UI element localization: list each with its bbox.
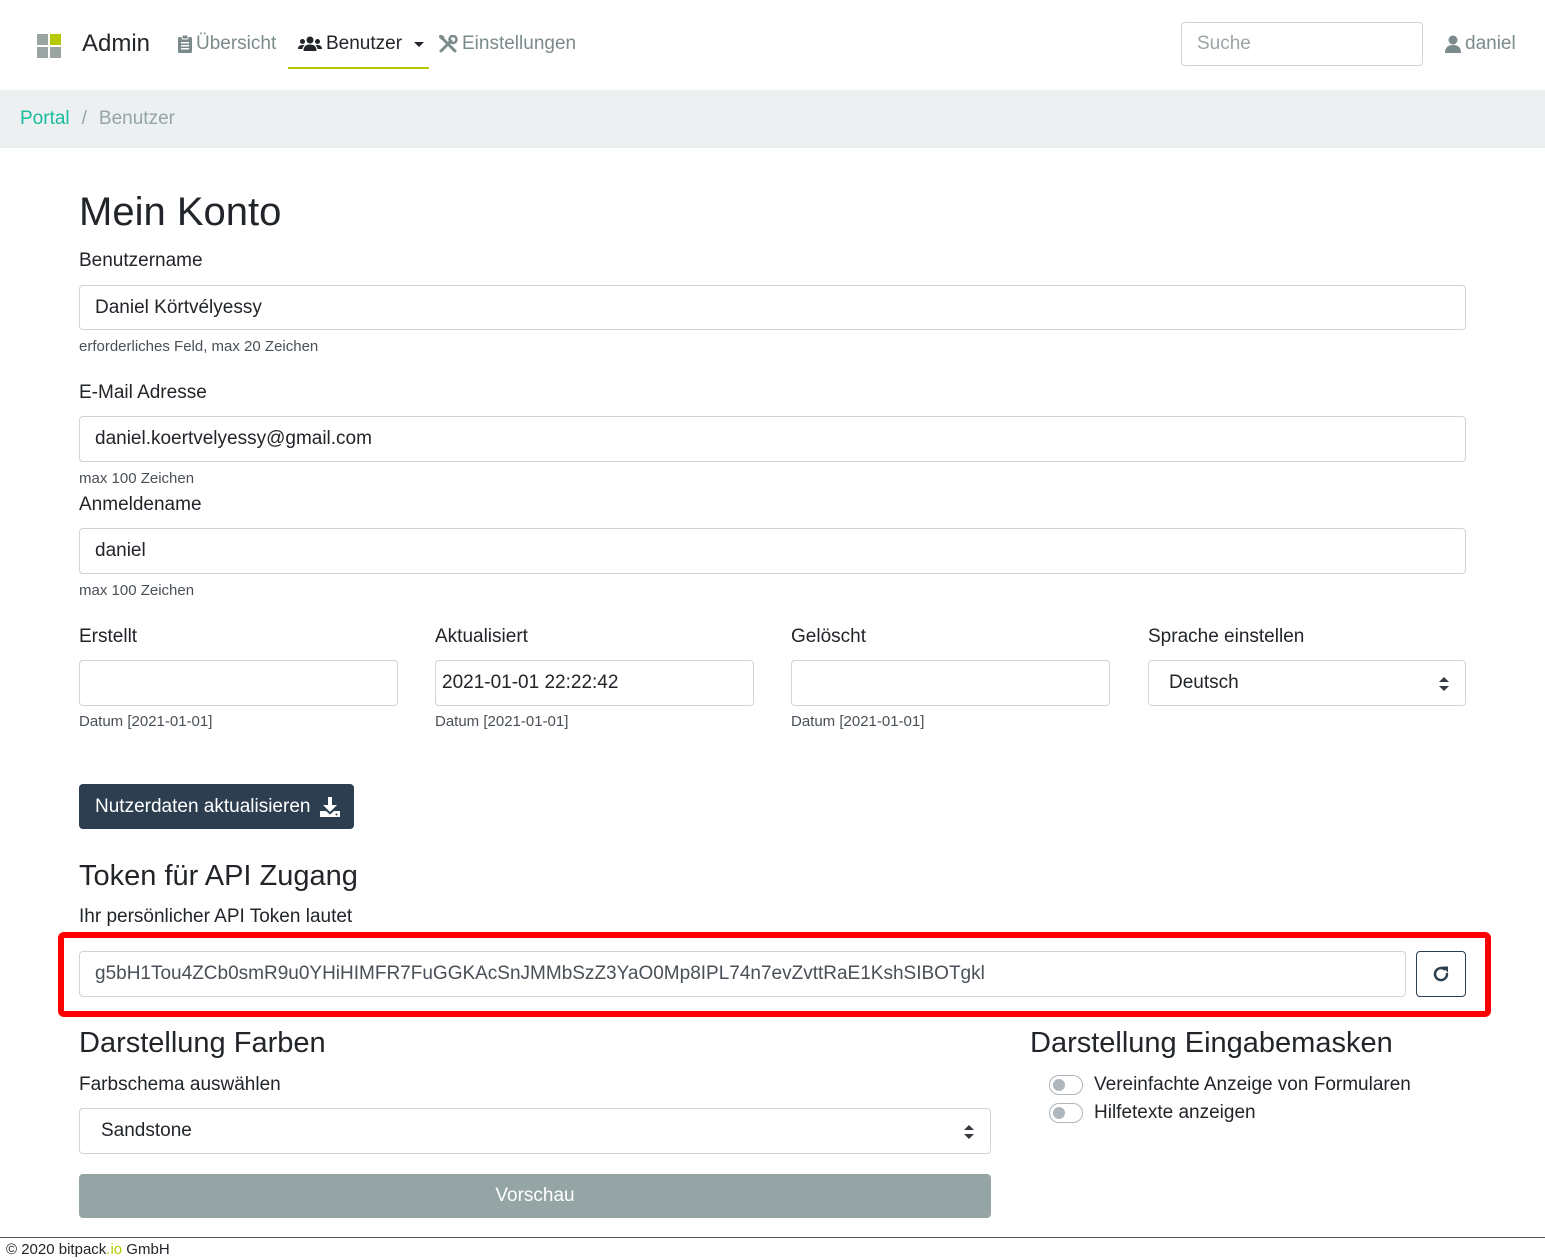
user-name: daniel [1465,33,1516,54]
clipboard-icon [178,35,192,53]
language-value: Deutsch [1169,672,1239,693]
login-help: max 100 Zeichen [79,582,195,599]
updated-help: Datum [2021-01-01] [435,713,569,730]
breadcrumb-separator: / [81,108,87,129]
language-select[interactable]: Deutsch [1148,660,1466,706]
active-nav-indicator [288,67,429,69]
api-token-heading: Token für API Zugang [79,860,358,892]
caret-down-icon [414,41,425,47]
color-scheme-value: Sandstone [101,1120,192,1141]
breadcrumb: Portal / Benutzer [0,90,1545,148]
login-field[interactable]: daniel [79,528,1466,574]
breadcrumb-link-portal[interactable]: Portal [20,108,70,130]
deleted-help: Datum [2021-01-01] [791,713,925,730]
language-label: Sprache einstellen [1148,626,1305,647]
footer: © 2020 bitpack.io GmbH [6,1241,170,1258]
help-texts-label: Hilfetexte anzeigen [1094,1102,1256,1123]
update-user-button[interactable]: Nutzerdaten aktualisieren [79,784,354,829]
preview-button[interactable]: Vorschau [79,1174,991,1218]
page-title: Mein Konto [79,190,282,234]
update-user-button-label: Nutzerdaten aktualisieren [95,795,311,817]
select-arrows-icon [1439,677,1449,691]
tools-icon [439,34,458,52]
created-field[interactable] [79,660,398,706]
simplified-forms-toggle[interactable] [1049,1075,1083,1095]
nav-item-einstellungen[interactable]: Einstellungen [439,33,576,55]
footer-brand-suffix: .io [106,1241,123,1258]
navbar: Admin Übersicht Benutzer Einstellungen S… [0,0,1545,90]
email-help: max 100 Zeichen [79,470,195,487]
refresh-icon [1433,966,1449,982]
app-logo-icon[interactable] [37,34,61,58]
updated-value: 2021-01-01 22:22:42 [442,672,619,693]
updated-label: Aktualisiert [435,626,528,647]
footer-company: GmbH [122,1241,170,1258]
username-field[interactable]: Daniel Körtvélyessy [79,285,1466,330]
nav-item-label: Übersicht [196,33,277,54]
breadcrumb-current: Benutzer [98,108,175,129]
refresh-token-button[interactable] [1416,951,1466,997]
username-value: Daniel Körtvélyessy [95,296,262,318]
api-token-field[interactable]: g5bH1Tou4ZCb0smR9u0YHiHIMFR7FuGGKAcSnJMM… [79,951,1406,997]
nav-item-label: Benutzer [326,33,403,54]
footer-divider [0,1237,1545,1238]
simplified-forms-label: Vereinfachte Anzeige von Formularen [1094,1074,1411,1095]
search-input[interactable] [1181,22,1423,66]
download-icon [320,796,341,817]
email-value: daniel.koertvelyessy@gmail.com [95,428,372,449]
select-arrows-icon [964,1125,974,1139]
color-scheme-label: Farbschema auswählen [79,1074,281,1095]
created-help: Datum [2021-01-01] [79,713,213,730]
deleted-label: Gelöscht [791,626,866,647]
nav-item-benutzer[interactable]: Benutzer [298,33,425,55]
api-token-label: Ihr persönlicher API Token lautet [79,906,353,927]
updated-field[interactable]: 2021-01-01 22:22:42 [435,660,754,706]
help-texts-toggle[interactable] [1049,1103,1083,1123]
deleted-field[interactable] [791,660,1110,706]
email-field[interactable]: daniel.koertvelyessy@gmail.com [79,416,1466,462]
user-icon [1445,35,1461,53]
nav-item-label: Einstellungen [462,33,577,54]
api-token-value: g5bH1Tou4ZCb0smR9u0YHiHIMFR7FuGGKAcSnJMM… [95,963,985,984]
created-label: Erstellt [79,626,138,647]
forms-heading: Darstellung Eingabemasken [1030,1027,1393,1059]
email-label: E-Mail Adresse [79,382,207,403]
nav-item-uebersicht[interactable]: Übersicht [178,33,276,55]
user-menu[interactable]: daniel [1445,33,1516,55]
footer-copyright: © 2020 bitpack [6,1241,107,1258]
username-help: erforderliches Feld, max 20 Zeichen [79,338,319,355]
login-label: Anmeldename [79,494,202,515]
users-icon [298,36,322,51]
color-scheme-select[interactable]: Sandstone [79,1108,991,1154]
colors-heading: Darstellung Farben [79,1027,326,1059]
brand-title[interactable]: Admin [82,30,150,58]
username-label: Benutzername [79,250,203,271]
login-value: daniel [95,540,146,561]
